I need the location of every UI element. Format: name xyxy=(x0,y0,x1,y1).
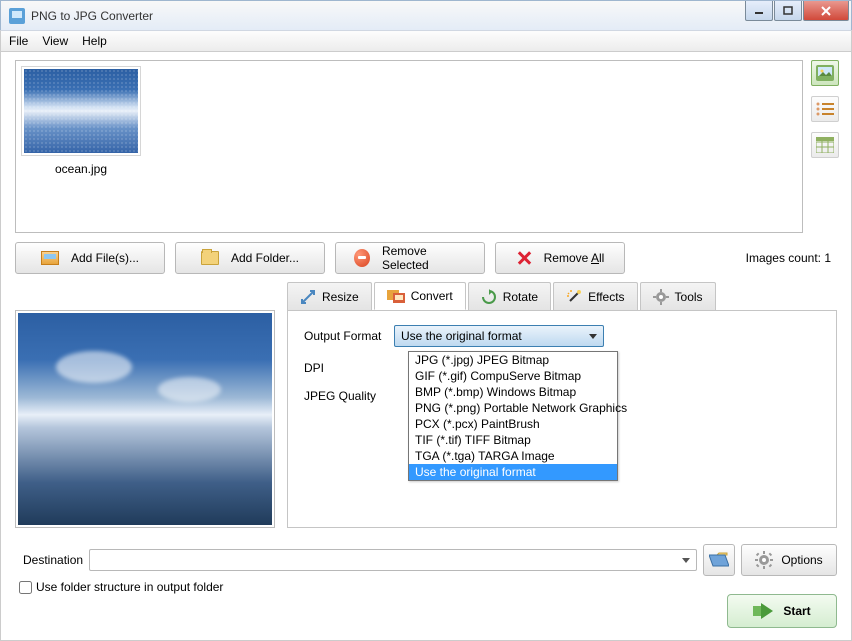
view-mode-sidebar xyxy=(811,60,841,158)
destination-combobox[interactable] xyxy=(89,549,697,571)
chevron-down-icon xyxy=(682,558,690,563)
remove-selected-label: Remove Selected xyxy=(382,244,466,272)
rotate-icon xyxy=(481,289,497,305)
main-area: ocean.jpg Add File(s)... Add Folder... R… xyxy=(0,52,852,641)
dropdown-option-selected[interactable]: Use the original format xyxy=(409,464,617,480)
window-controls xyxy=(744,1,849,21)
window-title: PNG to JPG Converter xyxy=(31,9,744,23)
dropdown-option[interactable]: PNG (*.png) Portable Network Graphics xyxy=(409,400,617,416)
play-icon xyxy=(753,603,773,619)
options-button[interactable]: Options xyxy=(741,544,837,576)
output-format-dropdown[interactable]: Use the original format xyxy=(394,325,604,347)
output-format-dropdown-list[interactable]: JPG (*.jpg) JPEG Bitmap GIF (*.gif) Comp… xyxy=(408,351,618,481)
dropdown-option[interactable]: GIF (*.gif) CompuServe Bitmap xyxy=(409,368,617,384)
photo-icon xyxy=(41,251,59,265)
add-folder-button[interactable]: Add Folder... xyxy=(175,242,325,274)
list-icon xyxy=(816,102,834,116)
browse-destination-button[interactable] xyxy=(703,544,735,576)
file-name-label: ocean.jpg xyxy=(21,162,141,176)
remove-selected-button[interactable]: Remove Selected xyxy=(335,242,485,274)
chevron-down-icon xyxy=(589,334,597,339)
remove-all-label: Remove All xyxy=(544,251,605,265)
destination-row: Destination Options xyxy=(23,544,837,576)
wand-icon xyxy=(566,289,582,305)
options-label: Options xyxy=(781,553,822,567)
folder-open-icon xyxy=(709,552,729,568)
tab-rotate[interactable]: Rotate xyxy=(468,282,551,310)
folder-structure-row: Use folder structure in output folder xyxy=(19,580,223,594)
remove-icon xyxy=(354,249,370,267)
file-list[interactable]: ocean.jpg xyxy=(15,60,803,233)
gear-icon xyxy=(755,551,773,569)
remove-all-button[interactable]: Remove All xyxy=(495,242,625,274)
file-item[interactable]: ocean.jpg xyxy=(21,66,141,176)
add-files-label: Add File(s)... xyxy=(71,251,139,265)
view-details-button[interactable] xyxy=(811,132,839,158)
output-format-label: Output Format xyxy=(304,329,394,343)
view-thumbnails-button[interactable] xyxy=(811,60,839,86)
add-files-button[interactable]: Add File(s)... xyxy=(15,242,165,274)
close-button[interactable] xyxy=(803,1,849,21)
convert-icon xyxy=(387,288,405,304)
dropdown-option[interactable]: TGA (*.tga) TARGA Image xyxy=(409,448,617,464)
file-thumbnail xyxy=(21,66,141,156)
menu-file[interactable]: File xyxy=(9,34,28,48)
menubar: File View Help xyxy=(0,30,852,52)
tab-effects[interactable]: Effects xyxy=(553,282,637,310)
image-icon xyxy=(816,65,834,81)
dropdown-option[interactable]: BMP (*.bmp) Windows Bitmap xyxy=(409,384,617,400)
dpi-label: DPI xyxy=(304,361,394,375)
view-list-button[interactable] xyxy=(811,96,839,122)
titlebar: PNG to JPG Converter xyxy=(0,0,852,30)
app-icon xyxy=(9,8,25,24)
resize-icon xyxy=(300,289,316,305)
tab-tools[interactable]: Tools xyxy=(640,282,716,310)
tab-strip: Resize Convert Rotate Effects Tools xyxy=(287,282,837,310)
settings-tabs-area: Resize Convert Rotate Effects Tools Outp… xyxy=(287,282,837,528)
tab-resize[interactable]: Resize xyxy=(287,282,372,310)
minimize-button[interactable] xyxy=(745,1,773,21)
lower-panel: Resize Convert Rotate Effects Tools Outp… xyxy=(15,282,837,528)
gear-icon xyxy=(653,289,669,305)
start-label: Start xyxy=(783,604,810,618)
grid-icon xyxy=(816,137,834,153)
output-format-row: Output Format Use the original format xyxy=(304,325,820,347)
destination-label: Destination xyxy=(23,553,83,567)
tab-convert[interactable]: Convert xyxy=(374,282,466,310)
use-folder-structure-label: Use folder structure in output folder xyxy=(36,580,223,594)
add-folder-label: Add Folder... xyxy=(231,251,299,265)
dropdown-selected: Use the original format xyxy=(401,329,522,343)
maximize-button[interactable] xyxy=(774,1,802,21)
tab-body-convert: Output Format Use the original format DP… xyxy=(287,310,837,528)
images-count: Images count: 1 xyxy=(746,251,831,265)
folder-icon xyxy=(201,251,219,265)
action-toolbar: Add File(s)... Add Folder... Remove Sele… xyxy=(15,242,837,274)
start-button[interactable]: Start xyxy=(727,594,837,628)
dropdown-option[interactable]: JPG (*.jpg) JPEG Bitmap xyxy=(409,352,617,368)
dropdown-option[interactable]: PCX (*.pcx) PaintBrush xyxy=(409,416,617,432)
preview-image xyxy=(18,313,272,525)
dropdown-option[interactable]: TIF (*.tif) TIFF Bitmap xyxy=(409,432,617,448)
menu-help[interactable]: Help xyxy=(82,34,107,48)
preview-pane xyxy=(15,310,275,528)
use-folder-structure-checkbox[interactable] xyxy=(19,581,32,594)
menu-view[interactable]: View xyxy=(42,34,68,48)
jpeg-quality-label: JPEG Quality xyxy=(304,389,394,403)
x-icon xyxy=(516,250,532,266)
